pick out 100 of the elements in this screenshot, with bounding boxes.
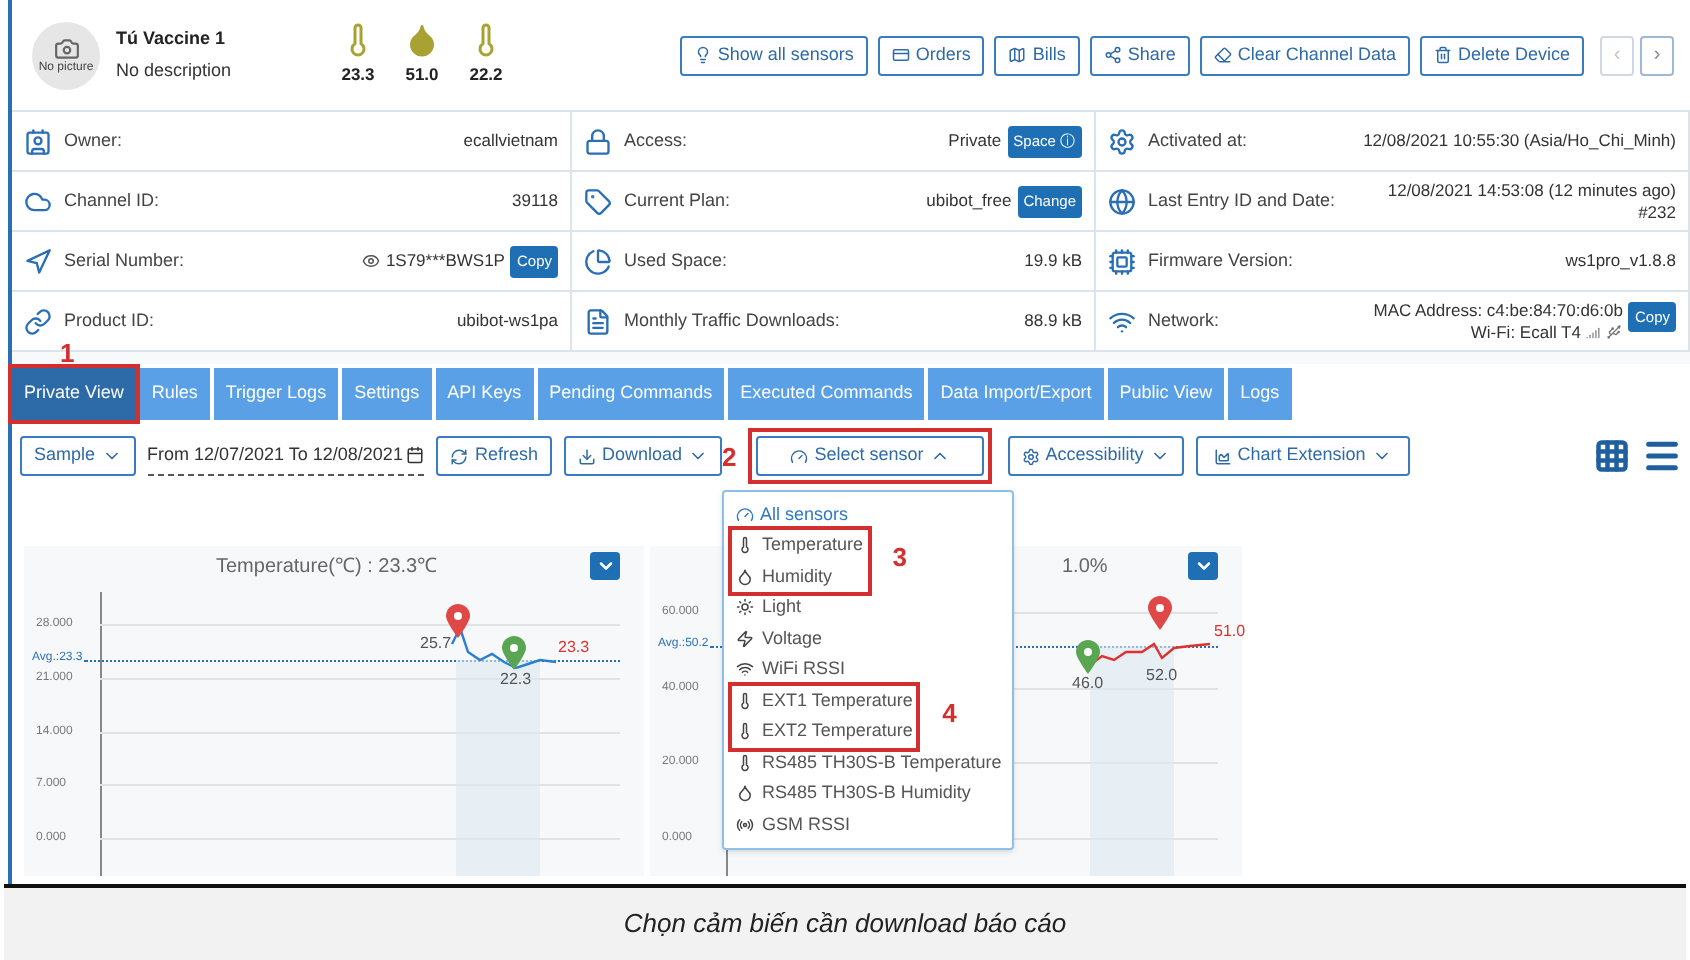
- download-icon: [577, 447, 596, 465]
- info-value: Private: [948, 130, 1002, 152]
- info-value: 88.9 kB: [1024, 310, 1082, 332]
- sensor-reading: 22.2: [469, 62, 503, 88]
- wifi-icon: [1108, 307, 1136, 335]
- header-button[interactable]: Delete Device: [1419, 35, 1584, 75]
- annotation-number: 1: [60, 340, 75, 366]
- menu-item[interactable]: Light: [736, 592, 845, 623]
- annotation-number: 2: [722, 443, 737, 469]
- sensor-reading: 51.0: [405, 62, 439, 88]
- info-value: ws1pro_v1.8.8: [1565, 250, 1676, 272]
- area-chart-icon: [1213, 447, 1232, 465]
- min-value-label: 46.0: [1072, 676, 1104, 692]
- info-label: Current Plan:: [624, 187, 731, 214]
- droplet-icon: [736, 784, 754, 803]
- lightning-icon: [736, 629, 754, 648]
- max-pin-icon: [446, 604, 470, 638]
- caption-text: Chọn cảm biến cần download báo cáo: [623, 906, 1067, 943]
- pager-button[interactable]: ›: [1640, 35, 1674, 75]
- lightbulb-icon: [693, 46, 712, 64]
- sample-dropdown[interactable]: Sample: [20, 436, 136, 476]
- device-description: No description: [116, 58, 234, 84]
- menu-item[interactable]: EXT1 Temperature: [736, 685, 913, 716]
- chevron-down-icon: [1193, 556, 1213, 576]
- min-pin-icon: [502, 636, 526, 670]
- card-icon: [891, 46, 910, 64]
- last-value-label: 23.3: [558, 640, 590, 656]
- info-value: #232: [1638, 201, 1676, 223]
- menu-item[interactable]: Temperature: [736, 530, 864, 561]
- gauge-icon: [736, 506, 754, 524]
- annotation-number: 4: [942, 699, 957, 725]
- pie-chart-icon: [584, 247, 612, 275]
- refresh-button[interactable]: Refresh: [436, 436, 552, 476]
- header-button[interactable]: Show all sensors: [679, 35, 868, 75]
- info-value: 1S79***BWS1P: [385, 250, 505, 272]
- min-value-label: 22.3: [500, 672, 532, 688]
- info-label: Network:: [1148, 307, 1220, 334]
- thermometer-icon: [736, 536, 754, 555]
- device-name: Tú Vaccine 1: [116, 25, 228, 51]
- chart-title: 1.0%: [1062, 554, 1108, 582]
- info-value: 12/08/2021 10:55:30 (Asia/Ho_Chi_Minh): [1363, 130, 1676, 152]
- sun-icon: [736, 598, 754, 617]
- header-button[interactable]: Share: [1089, 35, 1190, 75]
- max-value-label: 52.0: [1146, 668, 1178, 684]
- info-value: 12/08/2021 14:53:08 (12 minutes ago): [1387, 179, 1676, 201]
- menu-item[interactable]: All sensors: [736, 500, 1000, 530]
- date-range-field[interactable]: From 12/07/2021 To 12/08/2021: [147, 436, 425, 476]
- info-label: Product ID:: [64, 307, 155, 334]
- list-view-icon[interactable]: [1642, 436, 1682, 476]
- antenna-icon: [736, 815, 754, 834]
- info-value: ecallvietnam: [463, 130, 558, 152]
- usb-icon: [1606, 324, 1623, 340]
- gauge-icon: [790, 447, 809, 465]
- info-value: ubibot_free: [926, 190, 1012, 212]
- download-button[interactable]: Download: [563, 436, 722, 476]
- chart-menu-button[interactable]: [1188, 552, 1218, 580]
- tag-icon: [584, 187, 612, 215]
- menu-item[interactable]: Voltage: [736, 623, 845, 654]
- chart-menu-button[interactable]: [590, 552, 620, 580]
- sensor-reading: 23.3: [341, 62, 375, 88]
- max-pin-icon: [1148, 596, 1172, 630]
- calendar-icon: [406, 446, 425, 464]
- last-value-label: 51.0: [1214, 624, 1246, 640]
- chevron-down-icon: [595, 556, 615, 576]
- annotation-number: 3: [892, 544, 908, 570]
- menu-item[interactable]: GSM RSSI: [736, 809, 1002, 840]
- chip-icon: [1108, 247, 1136, 275]
- grid-view-icon[interactable]: [1594, 438, 1630, 474]
- menu-item[interactable]: EXT2 Temperature: [736, 716, 913, 747]
- menu-item[interactable]: RS485 TH30S-B Temperature: [736, 747, 1002, 778]
- select-sensor-button[interactable]: Select sensor: [756, 436, 984, 476]
- arrow-icon: [24, 247, 52, 275]
- droplet-icon: [404, 22, 440, 59]
- refresh-icon: [450, 447, 469, 465]
- info-label: Last Entry ID and Date:: [1148, 187, 1336, 214]
- settings-icon: [1108, 127, 1136, 155]
- cloud-icon: [24, 187, 52, 215]
- info-label: Serial Number:: [64, 247, 185, 274]
- menu-item[interactable]: Humidity: [736, 561, 864, 592]
- info-value: Wi-Fi: Ecall T4: [1470, 321, 1581, 343]
- globe-icon: [1108, 187, 1136, 215]
- lock-icon: [584, 127, 612, 155]
- chart-extension-dropdown[interactable]: Chart Extension: [1195, 436, 1410, 476]
- chart-title: Temperature(℃) : 23.3℃: [216, 554, 438, 582]
- header-button[interactable]: Bills: [994, 35, 1080, 75]
- wifi-icon: [736, 660, 754, 679]
- id-card-icon: [24, 127, 52, 155]
- min-pin-icon: [1076, 640, 1100, 674]
- max-value-label: 25.7: [420, 636, 452, 652]
- signal-icon: [1586, 325, 1601, 339]
- menu-item[interactable]: WiFi RSSI: [736, 654, 845, 685]
- header-button[interactable]: Orders: [877, 35, 985, 75]
- droplet-icon: [736, 567, 754, 586]
- menu-item[interactable]: RS485 TH30S-B Humidity: [736, 778, 1002, 809]
- info-label: Monthly Traffic Downloads:: [624, 307, 840, 334]
- map-icon: [1008, 46, 1027, 64]
- info-value: 19.9 kB: [1024, 250, 1082, 272]
- info-label: Used Space:: [624, 247, 728, 274]
- header-button[interactable]: Clear Channel Data: [1199, 35, 1410, 75]
- accessibility-dropdown[interactable]: Accessibility: [1007, 436, 1184, 476]
